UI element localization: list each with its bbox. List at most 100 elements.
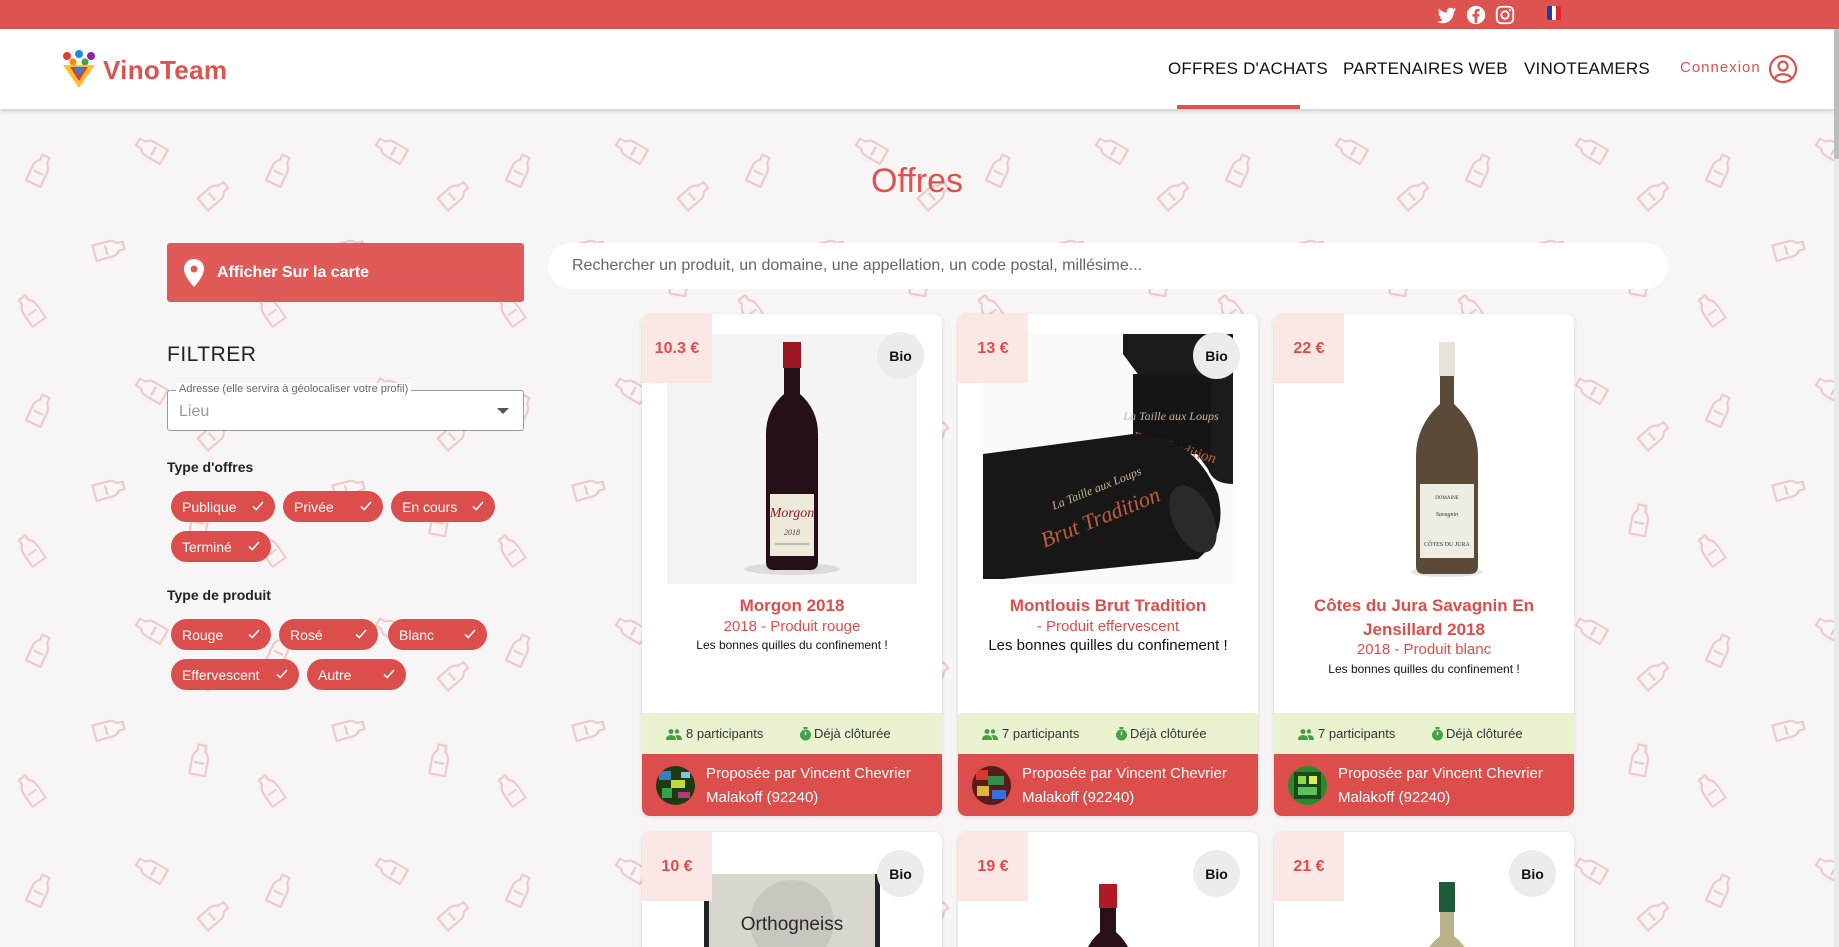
product-type-label: Type de produit xyxy=(167,587,271,603)
chip-label: Publique xyxy=(182,498,237,515)
bio-badge: Bio xyxy=(877,332,924,379)
timer-icon xyxy=(1116,726,1127,740)
connexion-link[interactable]: Connexion xyxy=(1680,59,1761,76)
chip-blanc[interactable]: Blanc xyxy=(388,619,487,650)
facebook-icon[interactable] xyxy=(1465,4,1487,26)
bio-badge: Bio xyxy=(1193,850,1240,897)
offer-card[interactable]: 21 € Bio xyxy=(1274,832,1574,947)
check-icon xyxy=(360,501,372,511)
status-text: Déjà clôturée xyxy=(1130,726,1207,741)
address-field-value: Lieu xyxy=(179,403,210,420)
chip-privee[interactable]: Privée xyxy=(283,491,383,522)
chip-publique[interactable]: Publique xyxy=(171,491,275,522)
product-subtitle: 2018 - Produit rouge xyxy=(723,618,861,635)
check-icon xyxy=(355,629,367,639)
status-text: Déjà clôturée xyxy=(814,726,891,741)
chip-label: Rouge xyxy=(182,626,224,643)
group-icon xyxy=(666,728,682,740)
participants: 8 participants xyxy=(666,726,763,741)
product-description: Les bonnes quilles du confinement ! xyxy=(696,638,888,652)
vinoteam-logo[interactable]: VinoTeam xyxy=(60,50,227,90)
svg-text:La Taille aux Loups: La Taille aux Loups xyxy=(1122,409,1219,423)
chip-termine[interactable]: Terminé xyxy=(171,531,271,562)
group-icon xyxy=(1298,728,1314,740)
offer-status: Déjà clôturée xyxy=(799,726,891,741)
svg-text:Savagnin: Savagnin xyxy=(1436,512,1458,518)
top-social-bar xyxy=(0,0,1839,29)
offer-card[interactable]: La Taille aux Loups Brut Tradition Brut … xyxy=(958,314,1258,816)
chip-label: Blanc xyxy=(399,626,435,643)
check-icon xyxy=(276,669,288,679)
check-icon xyxy=(252,501,264,511)
chip-autre[interactable]: Autre xyxy=(307,659,406,690)
check-icon xyxy=(248,541,260,551)
svg-text:Morgon: Morgon xyxy=(769,506,815,521)
product-name[interactable]: Côtes du Jura Savagnin En Jensillard 201… xyxy=(1284,594,1564,642)
svg-text:2018: 2018 xyxy=(784,528,800,537)
chip-label: En cours xyxy=(402,498,458,515)
proposed-by[interactable]: Proposée par Vincent Chevrier xyxy=(706,765,911,782)
chip-rose[interactable]: Rosé xyxy=(279,619,378,650)
svg-text:DOMAINE: DOMAINE xyxy=(1435,496,1459,501)
proposer-footer: Proposée par Vincent Chevrier Malakoff (… xyxy=(958,754,1258,816)
product-name[interactable]: Morgon 2018 xyxy=(652,594,932,618)
nav-offres-dachats[interactable]: OFFRES D'ACHATS xyxy=(1168,29,1328,109)
offer-card[interactable]: Morgon 2018 10.3 € Bio Morgon 2018 2018 … xyxy=(642,314,942,816)
offer-card[interactable]: DOMAINE Savagnin CÔTES DU JURA 22 € Côte… xyxy=(1274,314,1574,816)
chip-en-cours[interactable]: En cours xyxy=(391,491,495,522)
dropdown-arrow-icon[interactable] xyxy=(497,408,509,414)
main-header: VinoTeam OFFRES D'ACHATS PARTENAIRES WEB… xyxy=(0,29,1834,109)
address-select[interactable]: Adresse (elle servira à géolocaliser vot… xyxy=(167,383,524,431)
nav-partenaires-web[interactable]: PARTENAIRES WEB xyxy=(1343,29,1508,109)
scrollbar-thumb[interactable] xyxy=(1834,29,1839,159)
proposer-location: Malakoff (92240) xyxy=(706,789,819,806)
product-subtitle: - Produit effervescent xyxy=(1036,618,1180,635)
vinoteam-logo-icon xyxy=(63,50,95,88)
proposed-by[interactable]: Proposée par Vincent Chevrier xyxy=(1338,765,1543,782)
participants-count: 7 participants xyxy=(1002,726,1080,741)
price-badge: 21 € xyxy=(1274,832,1344,901)
participants: 7 participants xyxy=(1298,726,1395,741)
chip-label: Rosé xyxy=(290,626,323,643)
price-badge: 13 € xyxy=(958,314,1028,383)
timer-icon xyxy=(1432,726,1443,740)
price-badge: 22 € xyxy=(1274,314,1344,383)
price-badge: 10.3 € xyxy=(642,314,712,383)
proposer-avatar[interactable] xyxy=(972,766,1011,805)
bio-badge: Bio xyxy=(1193,332,1240,379)
product-name[interactable]: Montlouis Brut Tradition xyxy=(968,594,1248,618)
offer-card[interactable]: 19 € Bio xyxy=(958,832,1258,947)
offer-stats: 7 participants Déjà clôturée xyxy=(1274,713,1574,754)
proposer-footer: Proposée par Vincent Chevrier Malakoff (… xyxy=(642,754,942,816)
brand-name: VinoTeam xyxy=(103,54,228,85)
price-badge: 10 € xyxy=(642,832,712,901)
page-scrollbar[interactable] xyxy=(1834,29,1839,947)
bottle-label-text: Orthogneiss xyxy=(741,914,843,935)
chip-rouge[interactable]: Rouge xyxy=(171,619,271,650)
twitter-icon[interactable] xyxy=(1436,4,1458,26)
show-map-button[interactable]: Afficher Sur la carte xyxy=(167,243,524,302)
proposer-avatar[interactable] xyxy=(1288,766,1327,805)
chip-effervescent[interactable]: Effervescent xyxy=(171,659,299,690)
product-description: Les bonnes quilles du confinement ! xyxy=(1328,662,1520,676)
offer-type-label: Type d'offres xyxy=(167,459,254,475)
offer-card[interactable]: Orthogneiss 10 € Bio xyxy=(642,832,942,947)
show-map-label: Afficher Sur la carte xyxy=(217,263,370,281)
offer-status: Déjà clôturée xyxy=(1431,726,1523,741)
french-flag-icon[interactable] xyxy=(1547,6,1561,20)
offer-status: Déjà clôturée xyxy=(1115,726,1207,741)
proposer-location: Malakoff (92240) xyxy=(1338,789,1451,806)
nav-vinoteamers[interactable]: VINOTEAMERS xyxy=(1524,29,1650,109)
svg-text:CÔTES DU JURA: CÔTES DU JURA xyxy=(1424,540,1470,548)
proposer-avatar[interactable] xyxy=(656,766,695,805)
check-icon xyxy=(383,669,395,679)
participants-count: 8 participants xyxy=(686,726,764,741)
group-icon xyxy=(982,728,998,740)
account-circle-icon[interactable] xyxy=(1768,54,1798,84)
search-input[interactable]: Rechercher un produit, un domaine, une a… xyxy=(548,243,1668,289)
proposed-by[interactable]: Proposée par Vincent Chevrier xyxy=(1022,765,1227,782)
instagram-icon[interactable] xyxy=(1494,4,1516,26)
chip-label: Effervescent xyxy=(182,666,260,683)
check-icon xyxy=(472,501,484,511)
map-marker-icon xyxy=(184,258,204,287)
